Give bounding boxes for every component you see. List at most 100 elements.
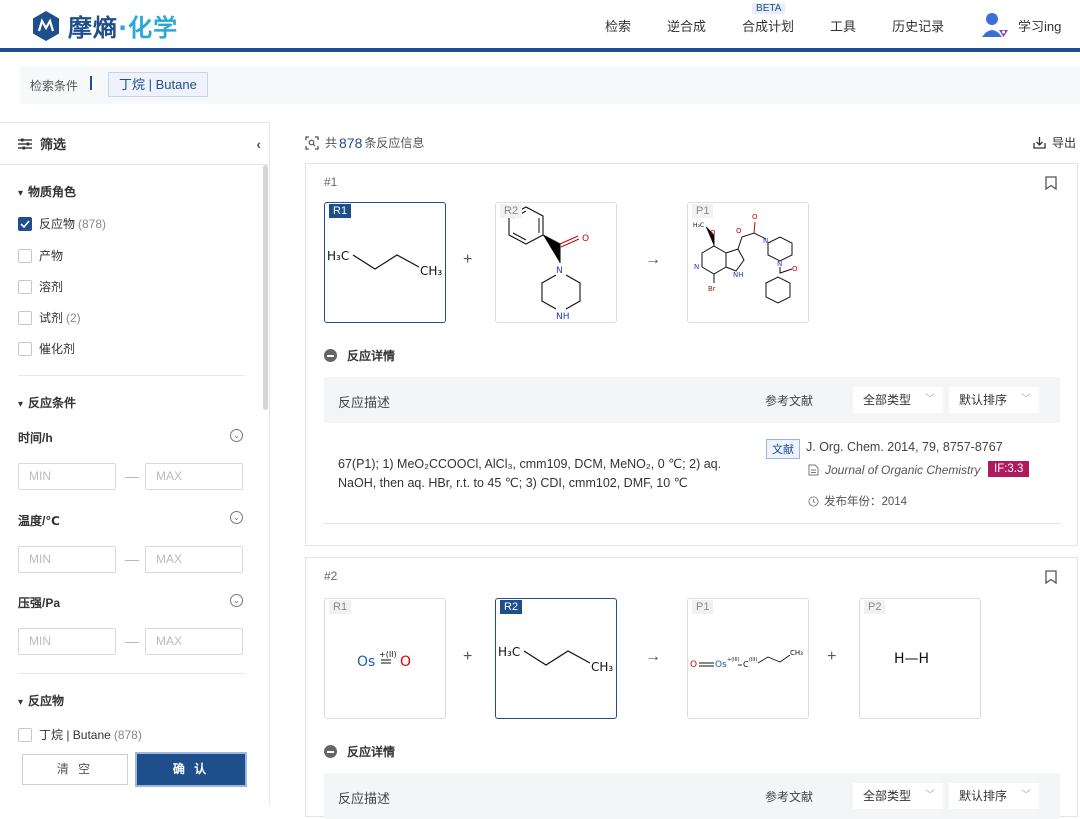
osmium-complex-structure: O Os +(III) C (III) CH₃	[690, 649, 803, 670]
reaction-index: #1	[324, 175, 338, 189]
pressure-max-input[interactable]: MAX	[145, 628, 243, 655]
molecule-tag: P1	[692, 204, 714, 218]
section-reactant[interactable]: ▾ 反应物	[18, 692, 64, 709]
role-reactant-checkbox[interactable]: 反应物 (878)	[18, 215, 106, 232]
publication-year: 发布年份：2014	[808, 493, 907, 509]
divider	[18, 375, 245, 376]
section-conditions[interactable]: ▾ 反应条件	[18, 394, 76, 411]
reaction-index: #2	[324, 569, 338, 583]
brand-logo[interactable]: 摩熵·化学	[30, 8, 178, 43]
molecule-tag: R2	[500, 600, 523, 614]
svg-text:O: O	[792, 265, 798, 273]
svg-text:O: O	[400, 654, 411, 670]
nav-history[interactable]: 历史记录	[892, 16, 944, 35]
molecule-tag: R2	[500, 204, 523, 218]
svg-text:N: N	[556, 266, 563, 276]
user-menu[interactable]: 学习ing	[980, 10, 1061, 40]
nav-search[interactable]: 检索	[605, 16, 631, 35]
temperature-min-input[interactable]: MIN	[18, 546, 116, 573]
svg-text:Br: Br	[708, 285, 716, 293]
collapse-sidebar-icon[interactable]: ‹	[256, 136, 261, 152]
svg-text:O: O	[690, 660, 697, 670]
svg-text:CH₃: CH₃	[591, 660, 613, 674]
molecule-r2[interactable]: R2 O N NH	[495, 202, 617, 323]
molecule-tag: P1	[692, 600, 714, 614]
molecule-r2[interactable]: R2 H₃C CH₃	[495, 598, 617, 719]
logo-hexagon-icon	[33, 10, 59, 41]
time-expand-icon[interactable]: ⌄	[230, 429, 243, 442]
temperature-max-input[interactable]: MAX	[145, 546, 243, 573]
svg-text:N: N	[777, 260, 782, 268]
molecule-p1[interactable]: P1 O Os +(III) C (III) CH₃	[687, 598, 809, 719]
reference-header: 参考文献	[765, 394, 814, 408]
molecule-r1[interactable]: R1 H₃C CH₃	[324, 202, 446, 323]
reaction-card: #2 R1 Os +(II) O + R2 H₃C CH₃ → P1 O Os …	[305, 557, 1078, 819]
arrow-operator: →	[645, 251, 661, 268]
confirm-button[interactable]: 确 认	[135, 752, 247, 787]
molecule-p1[interactable]: P1 H₃C O N NH Br O O N N O	[687, 202, 809, 323]
export-button[interactable]: 导出	[1033, 134, 1076, 151]
sort-select[interactable]: 默认排序 ﹀	[949, 783, 1039, 809]
bookmark-icon[interactable]	[1045, 570, 1057, 584]
checkbox-icon	[18, 727, 32, 742]
svg-text:H₃C: H₃C	[327, 249, 349, 263]
impact-factor-badge: IF:3.3	[988, 461, 1030, 477]
export-icon	[1033, 137, 1046, 149]
temperature-expand-icon[interactable]: ⌄	[230, 511, 243, 524]
pressure-expand-icon[interactable]: ⌄	[230, 594, 243, 607]
nav-retrosynthesis[interactable]: 逆合成	[667, 16, 706, 35]
type-select[interactable]: 全部类型 ﹀	[853, 783, 943, 809]
user-name: 学习ing	[1018, 18, 1062, 34]
role-reagent-checkbox[interactable]: 试剂 (2)	[18, 309, 81, 326]
arrow-operator: →	[645, 648, 661, 665]
search-condition-tag[interactable]: 丁烷 | Butane	[108, 72, 208, 97]
main-nav: 检索 逆合成 合成计划 BETA 工具 历史记录	[605, 3, 980, 35]
reactant-butane-checkbox[interactable]: 丁烷 | Butane (878)	[18, 726, 142, 743]
beta-badge: BETA	[752, 3, 786, 14]
type-select[interactable]: 全部类型 ﹀	[853, 387, 943, 413]
pressure-min-input[interactable]: MIN	[18, 628, 116, 655]
results-count: 878	[339, 134, 363, 151]
svg-text:NH: NH	[556, 312, 570, 322]
svg-text:+(II): +(II)	[379, 650, 397, 659]
description-header: 反应描述	[338, 395, 391, 410]
svg-text:CH₃: CH₃	[420, 264, 442, 278]
svg-text:O: O	[582, 234, 589, 244]
brand-name: 摩熵·化学	[68, 14, 179, 42]
bookmark-icon[interactable]	[1045, 176, 1057, 190]
time-max-input[interactable]: MAX	[145, 463, 243, 490]
nav-tools[interactable]: 工具	[830, 16, 856, 35]
reference-title[interactable]: J. Org. Chem. 2014, 79, 8757-8767	[806, 440, 1003, 454]
separator	[90, 76, 92, 90]
svg-text:CH₃: CH₃	[790, 649, 803, 657]
top-navigation-bar: 摩熵·化学 检索 逆合成 合成计划 BETA 工具 历史记录 学习ing	[0, 0, 1080, 52]
user-avatar-icon	[982, 13, 1008, 37]
time-min-input[interactable]: MIN	[18, 463, 116, 490]
collapse-minus-icon	[324, 349, 337, 362]
checkbox-icon	[18, 310, 32, 325]
role-solvent-checkbox[interactable]: 溶剂	[18, 278, 63, 295]
molecule-p2[interactable]: P2 H—H	[859, 598, 981, 719]
svg-text:N: N	[763, 237, 768, 245]
nav-synthesis-plan[interactable]: 合成计划 BETA	[742, 3, 794, 35]
reference-header: 参考文献	[765, 790, 814, 804]
role-catalyst-checkbox[interactable]: 催化剂	[18, 340, 75, 357]
range-dash	[125, 477, 139, 478]
search-condition-bar: 检索条件 丁烷 | Butane	[20, 66, 1080, 104]
svg-text:NH: NH	[733, 271, 744, 279]
detail-table-header: 反应描述 参考文献 全部类型 ﹀ 默认排序 ﹀	[324, 773, 1060, 819]
molecule-tag: R1	[329, 600, 352, 614]
chevron-down-icon: ﹀	[1021, 790, 1031, 801]
reaction-description: 67(P1); 1) MeO₂CCOOCl, AlCl₃, cmm109, DC…	[338, 457, 722, 490]
section-role[interactable]: ▾ 物质角色	[18, 183, 76, 200]
role-product-checkbox[interactable]: 产物	[18, 247, 63, 264]
clear-button[interactable]: 清 空	[22, 754, 128, 785]
sidebar-scrollbar[interactable]	[263, 165, 268, 410]
molecule-r1[interactable]: R1 Os +(II) O	[324, 598, 446, 719]
reaction-detail-toggle[interactable]: 反应详情	[324, 347, 395, 364]
results-summary: 共 878 条反应信息	[305, 134, 424, 151]
svg-text:H₃C: H₃C	[498, 645, 520, 659]
reaction-detail-toggle[interactable]: 反应详情	[324, 743, 395, 760]
filter-header: 筛选 ‹	[0, 123, 269, 165]
sort-select[interactable]: 默认排序 ﹀	[949, 387, 1039, 413]
